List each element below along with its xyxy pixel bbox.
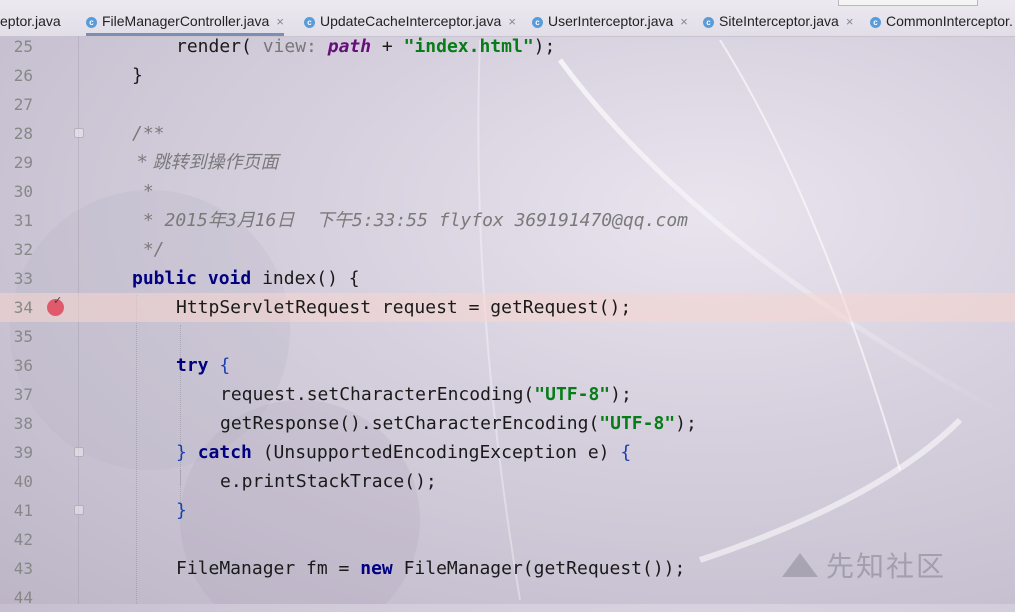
line-number: 26 bbox=[13, 66, 33, 85]
tab-label: eptor.java bbox=[0, 13, 61, 29]
tab-label: CommonInterceptor. bbox=[886, 13, 1013, 29]
code-line-27[interactable]: 27 bbox=[0, 90, 1015, 119]
tab-interceptor-partial[interactable]: eptor.java bbox=[0, 8, 61, 34]
line-number: 31 bbox=[13, 211, 33, 230]
line-number: 28 bbox=[13, 124, 33, 143]
code-text[interactable]: } bbox=[176, 496, 187, 525]
line-number: 43 bbox=[13, 559, 33, 578]
code-text[interactable]: } bbox=[132, 61, 143, 90]
code-line-40[interactable]: 40 e.printStackTrace(); bbox=[0, 467, 1015, 496]
line-number: 34 bbox=[13, 298, 33, 317]
line-number: 35 bbox=[13, 327, 33, 346]
line-number: 44 bbox=[13, 588, 33, 607]
line-number: 29 bbox=[13, 153, 33, 172]
close-icon[interactable]: × bbox=[508, 14, 516, 29]
line-number: 32 bbox=[13, 240, 33, 259]
code-text[interactable]: } catch (UnsupportedEncodingException e)… bbox=[176, 438, 631, 467]
java-class-icon: c bbox=[703, 16, 714, 28]
code-line-26[interactable]: 26 } bbox=[0, 61, 1015, 90]
code-line-30[interactable]: 30 * bbox=[0, 177, 1015, 206]
line-number: 41 bbox=[13, 501, 33, 520]
code-text[interactable]: e.printStackTrace(); bbox=[220, 467, 437, 496]
java-class-icon: c bbox=[532, 16, 543, 28]
tab-user-interceptor[interactable]: c UserInterceptor.java × bbox=[532, 8, 688, 34]
line-number: 33 bbox=[13, 269, 33, 288]
code-line-38[interactable]: 38 getResponse().setCharacterEncoding("U… bbox=[0, 409, 1015, 438]
code-text[interactable]: * 2015年3月16日 下午5:33:55 flyfox 369191470@… bbox=[132, 206, 688, 235]
fold-toggle-icon[interactable] bbox=[74, 505, 84, 515]
code-line-35[interactable]: 35 bbox=[0, 322, 1015, 351]
java-class-icon: c bbox=[86, 16, 97, 28]
code-text[interactable]: HttpServletRequest request = getRequest(… bbox=[176, 293, 631, 322]
line-number: 37 bbox=[13, 385, 33, 404]
code-line-44[interactable]: 44 bbox=[0, 583, 1015, 612]
code-line-34[interactable]: 34 ✓ HttpServletRequest request = getReq… bbox=[0, 293, 1015, 322]
line-number: 40 bbox=[13, 472, 33, 491]
close-icon[interactable]: × bbox=[846, 14, 854, 29]
tab-update-cache-interceptor[interactable]: c UpdateCacheInterceptor.java × bbox=[304, 8, 516, 34]
code-text[interactable]: request.setCharacterEncoding("UTF-8"); bbox=[220, 380, 632, 409]
line-number: 39 bbox=[13, 443, 33, 462]
code-line-25[interactable]: 25 render( view: path + "index.html"); bbox=[0, 32, 1015, 61]
code-line-29[interactable]: 29 * 跳转到操作页面 bbox=[0, 148, 1015, 177]
code-line-39[interactable]: 39 } catch (UnsupportedEncodingException… bbox=[0, 438, 1015, 467]
line-number: 30 bbox=[13, 182, 33, 201]
line-number: 36 bbox=[13, 356, 33, 375]
line-number: 42 bbox=[13, 530, 33, 549]
line-number: 25 bbox=[13, 37, 33, 56]
tab-label: FileManagerController.java bbox=[102, 13, 270, 29]
fold-toggle-icon[interactable] bbox=[74, 447, 84, 457]
fold-toggle-icon[interactable] bbox=[74, 128, 84, 138]
code-line-37[interactable]: 37 request.setCharacterEncoding("UTF-8")… bbox=[0, 380, 1015, 409]
tab-label: UpdateCacheInterceptor.java bbox=[320, 13, 502, 29]
line-number: 38 bbox=[13, 414, 33, 433]
close-icon[interactable]: × bbox=[680, 14, 688, 29]
close-icon[interactable]: × bbox=[276, 14, 284, 29]
code-line-36[interactable]: 36 try { bbox=[0, 351, 1015, 380]
java-class-icon: c bbox=[304, 16, 315, 28]
watermark-logo-icon bbox=[782, 553, 818, 577]
java-class-icon: c bbox=[870, 16, 881, 28]
code-text[interactable]: public void index() { bbox=[132, 264, 360, 293]
watermark: 先知社区 bbox=[826, 550, 947, 583]
line-number: 27 bbox=[13, 95, 33, 114]
checkmark-icon: ✓ bbox=[53, 294, 63, 307]
code-text[interactable]: getResponse().setCharacterEncoding("UTF-… bbox=[220, 409, 697, 438]
code-text[interactable]: FileManager fm = new FileManager(getRequ… bbox=[176, 554, 685, 583]
code-text[interactable]: try { bbox=[176, 351, 230, 380]
tab-label: SiteInterceptor.java bbox=[719, 13, 839, 29]
code-text[interactable]: render( view: path + "index.html"); bbox=[176, 32, 555, 61]
code-line-31[interactable]: 31 * 2015年3月16日 下午5:33:55 flyfox 3691914… bbox=[0, 206, 1015, 235]
tab-common-interceptor[interactable]: c CommonInterceptor. bbox=[870, 8, 1013, 34]
code-text[interactable]: */ bbox=[132, 235, 165, 264]
search-field-edge[interactable] bbox=[838, 0, 978, 6]
code-line-28[interactable]: 28 /** bbox=[0, 119, 1015, 148]
tab-site-interceptor[interactable]: c SiteInterceptor.java × bbox=[703, 8, 853, 34]
code-line-32[interactable]: 32 */ bbox=[0, 235, 1015, 264]
code-text[interactable]: /** bbox=[132, 119, 165, 148]
code-line-33[interactable]: 33 public void index() { bbox=[0, 264, 1015, 293]
tab-label: UserInterceptor.java bbox=[548, 13, 674, 29]
code-line-41[interactable]: 41 } bbox=[0, 496, 1015, 525]
code-text[interactable]: * bbox=[132, 177, 154, 206]
code-text[interactable]: * 跳转到操作页面 bbox=[132, 148, 279, 177]
